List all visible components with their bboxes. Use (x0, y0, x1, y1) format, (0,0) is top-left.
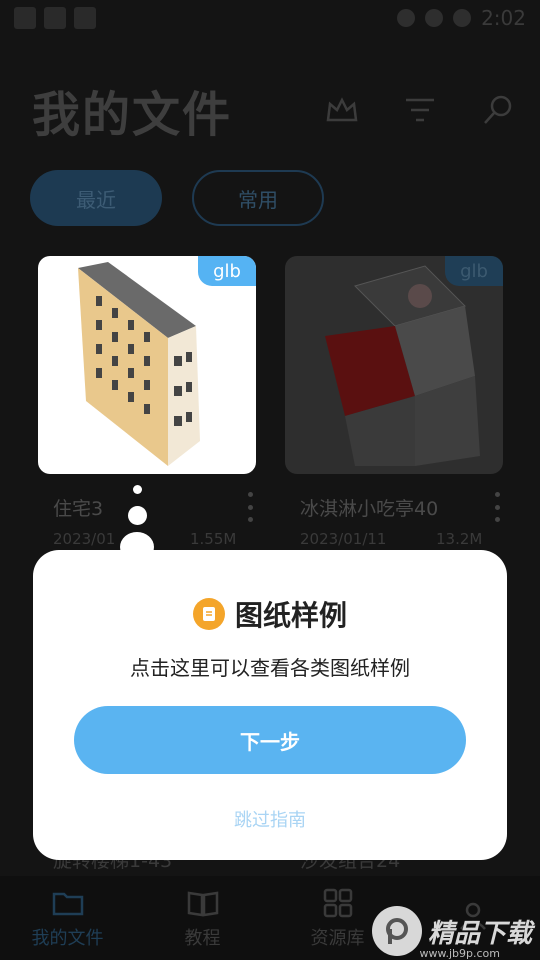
watermark-text: 精品下载 (427, 918, 532, 949)
notification-icon (14, 7, 36, 29)
document-icon (192, 598, 225, 630)
file-type-badge: glb (198, 256, 256, 286)
watermark-url: www.jb9p.com (419, 947, 501, 960)
search-icon[interactable] (480, 92, 516, 128)
kiosk-thumbnail (325, 265, 480, 466)
skip-guide-link[interactable]: 跳过指南 (33, 806, 507, 832)
dialog-message: 点击这里可以查看各类图纸样例 (130, 656, 410, 680)
file-type-badge: glb (445, 256, 503, 286)
guide-dialog: 图纸样例 点击这里可以查看各类图纸样例 下一步 跳过指南 (33, 550, 507, 860)
header: 我的文件 (32, 78, 516, 143)
folder-icon (52, 892, 83, 916)
file-date: 2023/01/11 (300, 530, 387, 548)
nav-label: 教程 (184, 928, 221, 949)
file-name: 住宅3 (53, 498, 104, 520)
tab-bar: 最近 常用 (30, 170, 324, 226)
watermark-logo-icon (371, 906, 422, 956)
more-options-icon[interactable] (492, 492, 502, 522)
filter-icon[interactable] (402, 92, 438, 128)
page-title: 我的文件 (32, 87, 233, 143)
file-card[interactable]: glb (38, 256, 256, 474)
status-bar: 2:02 (0, 0, 540, 36)
file-size: 13.2M (436, 530, 483, 548)
building-thumbnail (78, 262, 200, 466)
book-icon (187, 891, 218, 917)
nav-label: 我的文件 (31, 928, 104, 949)
tooltip-bubble (128, 506, 147, 525)
dialog-title: 图纸样例 (234, 599, 347, 632)
file-card[interactable]: glb (285, 256, 503, 474)
android-icon (74, 7, 96, 29)
file-name: 冰淇淋小吃亭40 (300, 498, 439, 520)
notification-icon (44, 7, 66, 29)
tooltip-bubble (133, 485, 142, 494)
status-time: 2:02 (481, 6, 526, 30)
grid-icon (323, 888, 352, 918)
wifi-icon (425, 9, 444, 27)
nav-tutorial[interactable]: 教程 (135, 876, 270, 960)
battery-icon (453, 9, 472, 27)
tab-recent[interactable]: 最近 (30, 170, 162, 226)
crown-icon[interactable] (324, 92, 360, 128)
nav-my-files[interactable]: 我的文件 (0, 876, 135, 960)
next-button[interactable]: 下一步 (74, 706, 466, 774)
more-options-icon[interactable] (245, 492, 255, 522)
tab-favorites[interactable]: 常用 (192, 170, 324, 226)
nav-label: 资源库 (310, 928, 365, 949)
file-date: 2023/01 (53, 530, 116, 548)
file-size: 1.55M (190, 530, 237, 548)
dnd-icon (397, 9, 416, 27)
